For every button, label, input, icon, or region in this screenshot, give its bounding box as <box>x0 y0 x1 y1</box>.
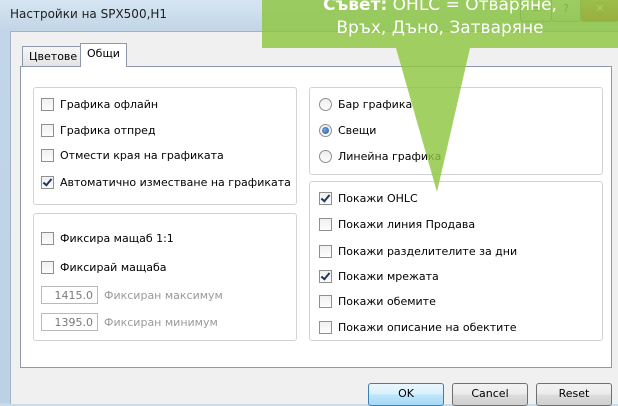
settings-dialog: Настройки на SPX500,H1 ▭ ? ✕ Цветове Общ… <box>0 0 618 406</box>
show-period-separators-option[interactable]: Покажи разделителите за дни <box>319 242 517 260</box>
fixed-min-input[interactable]: 1395.0 <box>41 313 98 331</box>
show-ask-line-label: Покажи линия Продава <box>338 217 476 231</box>
show-volumes-checkbox[interactable] <box>319 294 332 308</box>
show-period-separators-label: Покажи разделителите за дни <box>338 244 518 258</box>
line-chart-radio[interactable] <box>319 149 332 163</box>
tab-general[interactable]: Общи <box>80 43 127 67</box>
fixed-min-label: Фиксиран минимум <box>104 315 218 329</box>
line-chart-label: Линейна графика <box>338 149 442 163</box>
show-period-separators-checkbox[interactable] <box>319 244 332 258</box>
fixed-min-row: 1395.0 Фиксиран минимум <box>41 313 218 331</box>
chart-autoscroll-option[interactable]: Автоматично изместване на графиката <box>41 173 291 191</box>
chart-on-foreground-label: Графика отпред <box>60 123 156 137</box>
fix-scale-label: Фиксирай мащаба <box>60 260 167 274</box>
candles-option[interactable]: Свещи <box>319 121 376 139</box>
show-object-descriptions-option[interactable]: Покажи описание на обектите <box>319 318 517 336</box>
fixed-max-input[interactable]: 1415.0 <box>41 286 98 304</box>
chart-on-foreground-option[interactable]: Графика отпред <box>41 121 156 139</box>
fix-scale-checkbox[interactable] <box>41 260 54 274</box>
fixed-max-label: Фиксиран максимум <box>104 288 223 302</box>
show-ohlc-option[interactable]: Покажи OHLC <box>319 189 418 207</box>
show-volumes-option[interactable]: Покажи обемите <box>319 292 436 310</box>
general-tab-panel: Графика офлайн Графика отпред Отмести кр… <box>20 66 612 368</box>
fix-scale-11-checkbox[interactable] <box>41 231 54 245</box>
chart-autoscroll-label: Автоматично изместване на графиката <box>60 175 291 189</box>
tip-line-1: OHLC = Отваряне, <box>392 0 557 15</box>
chart-shift-checkbox[interactable] <box>41 148 54 162</box>
bar-chart-label: Бар графика <box>338 97 413 111</box>
tab-colors[interactable]: Цветове <box>22 46 85 67</box>
chart-shift-label: Отмести края на графиката <box>60 148 224 162</box>
show-object-descriptions-label: Покажи описание на обектите <box>338 320 517 334</box>
chart-autoscroll-checkbox[interactable] <box>41 175 54 189</box>
fixed-max-row: 1415.0 Фиксиран максимум <box>41 286 223 304</box>
show-grid-option[interactable]: Покажи мрежата <box>319 267 439 285</box>
show-ohlc-label: Покажи OHLC <box>338 191 418 205</box>
show-grid-checkbox[interactable] <box>319 269 332 283</box>
show-ask-line-option[interactable]: Покажи линия Продава <box>319 215 475 233</box>
tip-heading: Съвет: <box>323 0 388 15</box>
fix-scale-11-label: Фиксира мащаб 1:1 <box>60 231 174 245</box>
tip-callout-text: Съвет: OHLC = Отваряне, Връх, Дъно, Затв… <box>262 0 618 40</box>
dialog-title: Настройки на SPX500,H1 <box>10 7 168 21</box>
show-object-descriptions-checkbox[interactable] <box>319 320 332 334</box>
fix-scale-11-option[interactable]: Фиксира мащаб 1:1 <box>41 229 174 247</box>
offline-chart-label: Графика офлайн <box>60 97 159 111</box>
tip-line-2: Връх, Дъно, Затваряне <box>336 18 544 38</box>
candles-label: Свещи <box>338 123 377 137</box>
show-ohlc-checkbox[interactable] <box>319 191 332 205</box>
fix-scale-option[interactable]: Фиксирай мащаба <box>41 258 167 276</box>
line-chart-option[interactable]: Линейна графика <box>319 147 441 165</box>
show-ask-line-checkbox[interactable] <box>319 217 332 231</box>
bar-chart-radio[interactable] <box>319 97 332 111</box>
show-grid-label: Покажи мрежата <box>338 269 439 283</box>
offline-chart-checkbox[interactable] <box>41 97 54 111</box>
bar-chart-option[interactable]: Бар графика <box>319 95 412 113</box>
candles-radio[interactable] <box>319 123 332 137</box>
show-volumes-label: Покажи обемите <box>338 294 436 308</box>
offline-chart-option[interactable]: Графика офлайн <box>41 95 158 113</box>
chart-shift-option[interactable]: Отмести края на графиката <box>41 146 224 164</box>
chart-on-foreground-checkbox[interactable] <box>41 123 54 137</box>
